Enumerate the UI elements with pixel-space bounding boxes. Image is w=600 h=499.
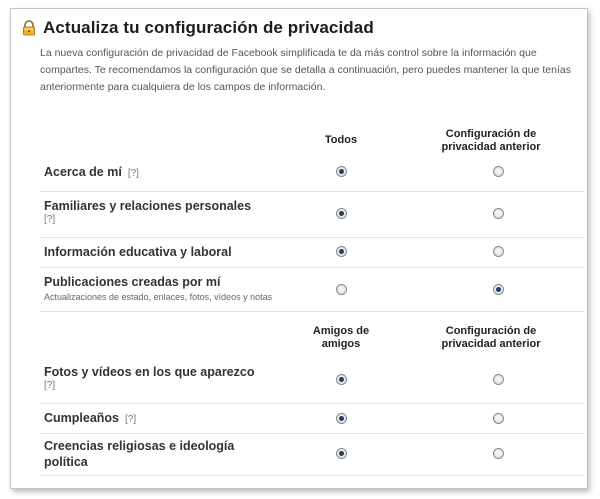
setting-label: Creencias religiosas e ideología polític…: [44, 439, 235, 469]
privacy-settings-panel: Actualiza tu configuración de privacidad…: [10, 8, 588, 489]
radio-previous[interactable]: [493, 208, 504, 219]
setting-label: Acerca de mí: [44, 165, 122, 179]
setting-sublabel: Actualizaciones de estado, enlaces, foto…: [44, 292, 273, 302]
radio-everyone[interactable]: [336, 208, 347, 219]
title-row: Actualiza tu configuración de privacidad: [21, 17, 374, 39]
radio-previous[interactable]: [493, 166, 504, 177]
radio-everyone[interactable]: [336, 166, 347, 177]
setting-row-my-posts: Publicaciones creadas por mí Actualizaci…: [40, 269, 584, 311]
column-header-friends-of-friends: Amigos de amigos: [312, 325, 370, 350]
setting-label: Familiares y relaciones personales: [44, 199, 252, 213]
radio-previous[interactable]: [493, 374, 504, 385]
setting-row-about-me: Acerca de mí [?]: [40, 161, 584, 191]
help-link[interactable]: [?]: [44, 380, 254, 392]
radio-previous[interactable]: [493, 448, 504, 459]
radio-previous[interactable]: [493, 284, 504, 295]
radio-everyone[interactable]: [336, 246, 347, 257]
row-divider: [40, 433, 584, 434]
setting-row-family-relationships: Familiares y relaciones personales [?]: [40, 193, 584, 237]
row-divider: [40, 403, 584, 404]
row-divider: [40, 237, 584, 238]
setting-row-photos-videos: Fotos y vídeos en los que aparezco [?]: [40, 359, 584, 403]
radio-previous[interactable]: [493, 413, 504, 424]
setting-label: Fotos y vídeos en los que aparezco: [44, 365, 255, 379]
setting-row-religion-politics: Creencias religiosas e ideología polític…: [40, 435, 584, 475]
row-divider: [40, 191, 584, 192]
column-header-previous-settings: Configuración de privacidad anterior: [441, 128, 541, 153]
radio-friends-of-friends[interactable]: [336, 448, 347, 459]
row-divider: [40, 311, 584, 312]
description: La nueva configuración de privacidad de …: [40, 47, 571, 93]
setting-label: Cumpleaños: [44, 411, 120, 425]
radio-friends-of-friends[interactable]: [336, 374, 347, 385]
help-link[interactable]: [?]: [44, 214, 251, 226]
radio-friends-of-friends[interactable]: [336, 413, 347, 424]
column-header-previous-settings: Configuración de privacidad anterior: [441, 325, 541, 350]
row-divider: [40, 475, 584, 476]
radio-everyone[interactable]: [336, 284, 347, 295]
radio-previous[interactable]: [493, 246, 504, 257]
setting-label: Publicaciones creadas por mí: [44, 275, 221, 289]
help-link[interactable]: [?]: [128, 168, 139, 179]
row-divider: [40, 267, 584, 268]
setting-row-birthday: Cumpleaños [?]: [40, 405, 584, 433]
help-link[interactable]: [?]: [125, 414, 136, 425]
setting-row-education-work: Información educativa y laboral: [40, 239, 584, 267]
lock-icon: [21, 20, 37, 36]
setting-label: Información educativa y laboral: [44, 245, 232, 259]
page-title: Actualiza tu configuración de privacidad: [43, 18, 374, 37]
column-header-everyone: Todos: [324, 134, 358, 146]
